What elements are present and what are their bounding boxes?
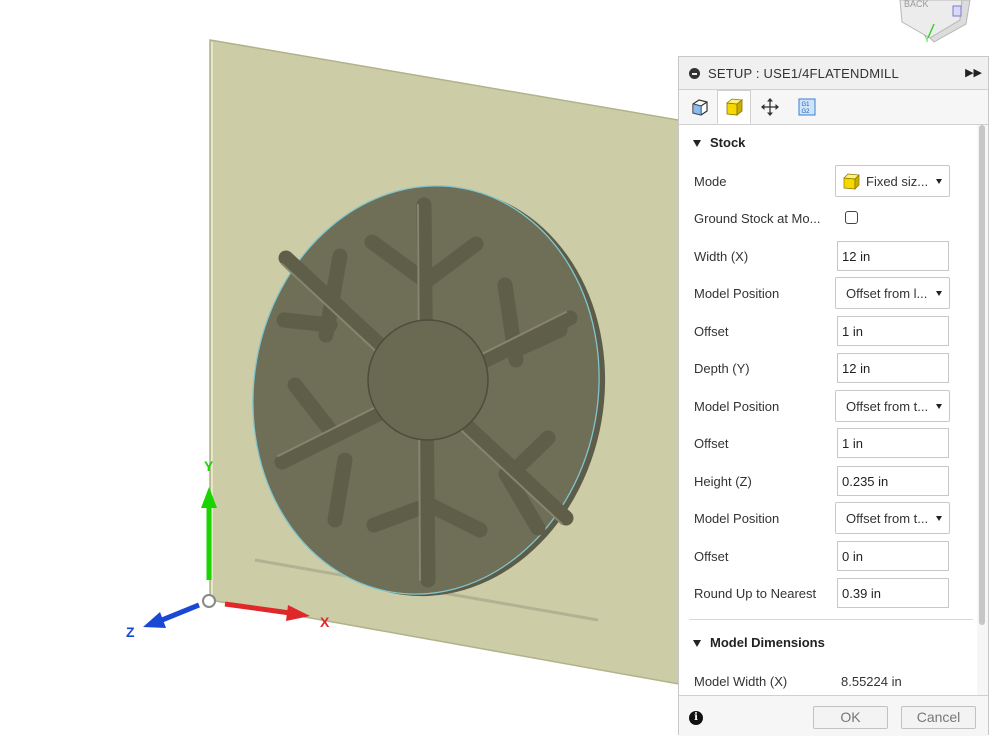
width-value: 12 in — [842, 249, 871, 264]
tab-post-process[interactable] — [753, 90, 787, 123]
depth-value: 12 in — [842, 361, 871, 376]
dropdown-arrow-icon — [936, 404, 942, 409]
ground-stock-label: Ground Stock at Mo... — [694, 211, 821, 226]
info-icon[interactable]: i — [689, 711, 703, 725]
offset-y-label: Offset — [694, 436, 729, 451]
model-position-z-dropdown[interactable]: Offset from t... — [835, 502, 950, 534]
setup-tabs: G1 G2 — [679, 90, 988, 125]
model-dimensions-section-header[interactable]: Model Dimensions — [679, 630, 977, 658]
panel-title: SETUP : USE1/4FLATENDMILL — [708, 66, 899, 81]
mode-value: Fixed siz... — [866, 174, 929, 189]
collapse-icon[interactable] — [689, 68, 700, 79]
dropdown-arrow-icon — [936, 179, 942, 184]
round-up-input[interactable]: 0.39 in — [837, 578, 949, 608]
axis-y-label: Y — [204, 458, 214, 474]
depth-label: Depth (Y) — [694, 361, 750, 376]
width-input[interactable]: 12 in — [837, 241, 949, 271]
stock-cube-icon — [725, 98, 744, 116]
depth-input[interactable]: 12 in — [837, 353, 949, 383]
dropdown-arrow-icon — [936, 516, 942, 521]
height-label: Height (Z) — [694, 474, 752, 489]
cancel-button[interactable]: Cancel — [901, 706, 976, 729]
mode-dropdown[interactable]: Fixed siz... — [835, 165, 950, 197]
height-input[interactable]: 0.235 in — [837, 466, 949, 496]
tab-stock[interactable] — [717, 90, 751, 124]
panel-content: Stock Mode Fixed siz... Ground Stock at … — [679, 125, 977, 695]
ground-stock-checkbox[interactable] — [845, 211, 858, 224]
offset-z-value: 0 in — [842, 549, 863, 564]
model-position-z-value: Offset from t... — [846, 511, 929, 526]
offset-z-input[interactable]: 0 in — [837, 541, 949, 571]
model-width-value: 8.55224 in — [841, 674, 902, 689]
round-up-label: Round Up to Nearest — [694, 586, 817, 601]
axis-z-label: Z — [126, 624, 135, 640]
mode-label: Mode — [694, 174, 727, 189]
round-up-value: 0.39 in — [842, 586, 882, 601]
expand-icon[interactable]: ▶▶ — [965, 66, 982, 79]
view-cube-axis-label: Y — [924, 34, 930, 44]
panel-footer: i OK Cancel — [679, 695, 988, 736]
panel-header: SETUP : USE1/4FLATENDMILL ▶▶ — [679, 57, 988, 90]
svg-text:G1: G1 — [802, 102, 811, 108]
stock-section-header[interactable]: Stock — [679, 130, 977, 158]
offset-x-label: Offset — [694, 324, 729, 339]
collapse-triangle-icon — [693, 640, 701, 647]
width-label: Width (X) — [694, 249, 749, 264]
move-arrows-icon — [761, 97, 779, 116]
offset-x-input[interactable]: 1 in — [837, 316, 949, 346]
height-value: 0.235 in — [842, 474, 889, 489]
stock-cube-icon — [843, 173, 860, 190]
setup-panel: SETUP : USE1/4FLATENDMILL ▶▶ G1 G2 Stock… — [678, 56, 989, 736]
section-divider — [689, 619, 973, 620]
model-position-y-value: Offset from t... — [846, 399, 929, 414]
model-dimensions-section-label: Model Dimensions — [710, 635, 825, 650]
setup-cube-icon — [692, 98, 708, 116]
svg-text:G2: G2 — [802, 109, 811, 115]
model-position-x-dropdown[interactable]: Offset from l... — [835, 277, 950, 309]
ok-button[interactable]: OK — [813, 706, 888, 729]
view-cube[interactable]: BACK Y — [899, 0, 971, 44]
tab-setup[interactable] — [683, 90, 717, 123]
model-position-x-value: Offset from l... — [846, 286, 928, 301]
collapse-triangle-icon — [693, 140, 701, 147]
model-position-x-label: Model Position — [694, 286, 780, 301]
dropdown-arrow-icon — [936, 291, 942, 296]
model-width-label: Model Width (X) — [694, 674, 788, 689]
offset-z-label: Offset — [694, 549, 729, 564]
scrollbar-thumb[interactable] — [979, 125, 985, 625]
axis-x-label: X — [320, 614, 330, 630]
panel-scrollbar[interactable] — [979, 125, 985, 691]
tab-g1g2[interactable]: G1 G2 — [790, 90, 824, 123]
offset-x-value: 1 in — [842, 324, 863, 339]
model-position-y-label: Model Position — [694, 399, 780, 414]
model-position-z-label: Model Position — [694, 511, 780, 526]
model-position-y-dropdown[interactable]: Offset from t... — [835, 390, 950, 422]
stock-section-label: Stock — [710, 135, 746, 150]
g1g2-icon: G1 G2 — [798, 98, 816, 115]
offset-y-input[interactable]: 1 in — [837, 428, 949, 458]
offset-y-value: 1 in — [842, 436, 863, 451]
view-cube-label: BACK — [904, 0, 929, 9]
